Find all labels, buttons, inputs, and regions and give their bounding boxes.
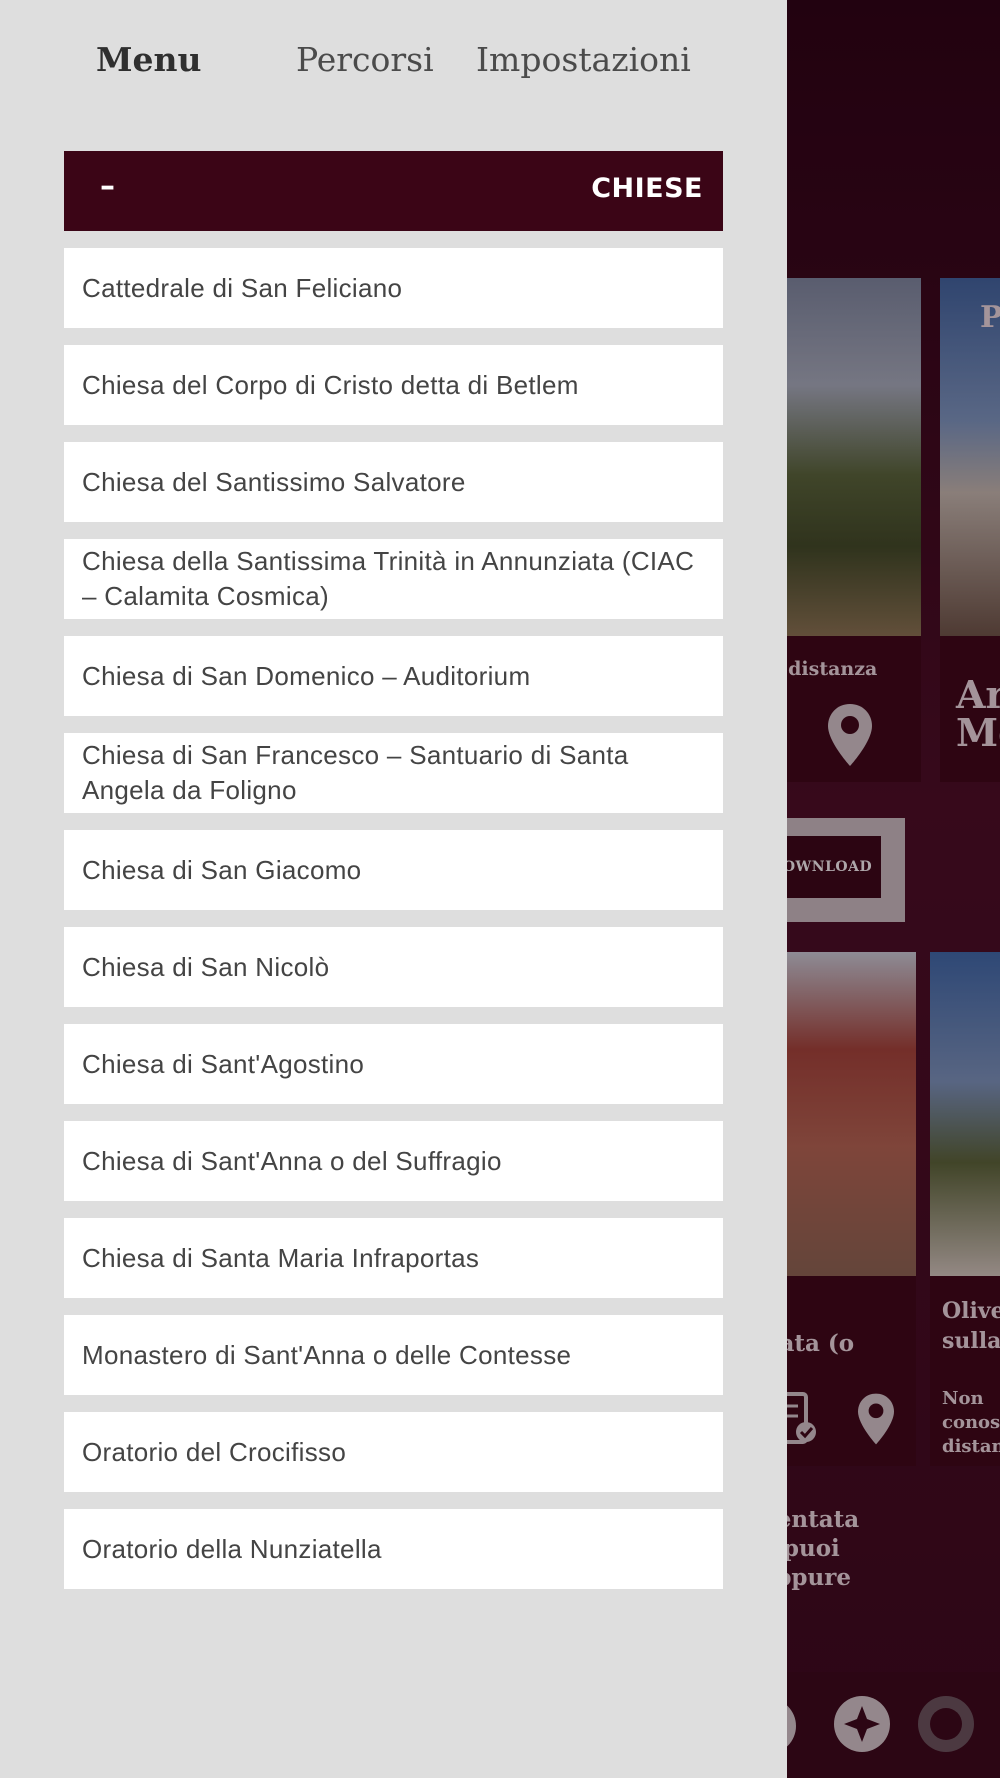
list-item[interactable]: Chiesa di San Giacomo (64, 830, 723, 910)
list-item-label: Chiesa di Santa Maria Infraportas (82, 1242, 480, 1273)
list-item-label: Monastero di Sant'Anna o delle Contesse (82, 1339, 572, 1370)
list-item-label: Oratorio della Nunziatella (82, 1533, 382, 1564)
list-item-label: Chiesa di Sant'Agostino (82, 1048, 365, 1079)
list-item-label: Chiesa di San Nicolò (82, 951, 330, 982)
list-item-label: Chiesa del Santissimo Salvatore (82, 466, 466, 497)
list-item-label: Chiesa di San Domenico – Auditorium (82, 660, 531, 691)
category-header-chiese[interactable]: – CHIESE (64, 151, 723, 231)
list-item-label: Oratorio del Crocifisso (82, 1436, 347, 1467)
list-item-label: Chiesa della Santissima Trinità in Annun… (82, 546, 695, 611)
list-item-label: Chiesa di San Giacomo (82, 854, 362, 885)
list-item[interactable]: Monastero di Sant'Anna o delle Contesse (64, 1315, 723, 1395)
tab-impostazioni[interactable]: Impostazioni (476, 40, 691, 79)
list-item-label: Cattedrale di San Feliciano (82, 272, 403, 303)
category-title: CHIESE (591, 173, 703, 204)
list-item[interactable]: Cattedrale di San Feliciano (64, 248, 723, 328)
list-item[interactable]: Chiesa di Santa Maria Infraportas (64, 1218, 723, 1298)
list-item[interactable]: Chiesa di San Domenico – Auditorium (64, 636, 723, 716)
list-item[interactable]: Oratorio della Nunziatella (64, 1509, 723, 1589)
list-item[interactable]: Chiesa della Santissima Trinità in Annun… (64, 539, 723, 619)
list-item[interactable]: Chiesa del Corpo di Cristo detta di Betl… (64, 345, 723, 425)
tab-menu[interactable]: Menu (96, 40, 202, 79)
navigation-drawer: Menu Percorsi Impostazioni – CHIESE Catt… (0, 0, 787, 1778)
list-item[interactable]: Chiesa di Sant'Agostino (64, 1024, 723, 1104)
list-item[interactable]: Chiesa del Santissimo Salvatore (64, 442, 723, 522)
list-item-label: Chiesa del Corpo di Cristo detta di Betl… (82, 369, 579, 400)
list-item-label: Chiesa di San Francesco – Santuario di S… (82, 740, 629, 805)
list-item[interactable]: Chiesa di Sant'Anna o del Suffragio (64, 1121, 723, 1201)
list-item[interactable]: Chiesa di San Nicolò (64, 927, 723, 1007)
list-item-label: Chiesa di Sant'Anna o del Suffragio (82, 1145, 502, 1176)
tab-percorsi[interactable]: Percorsi (296, 40, 434, 79)
list-item[interactable]: Oratorio del Crocifisso (64, 1412, 723, 1492)
list-item[interactable]: Chiesa di San Francesco – Santuario di S… (64, 733, 723, 813)
collapse-icon[interactable]: – (100, 169, 115, 204)
